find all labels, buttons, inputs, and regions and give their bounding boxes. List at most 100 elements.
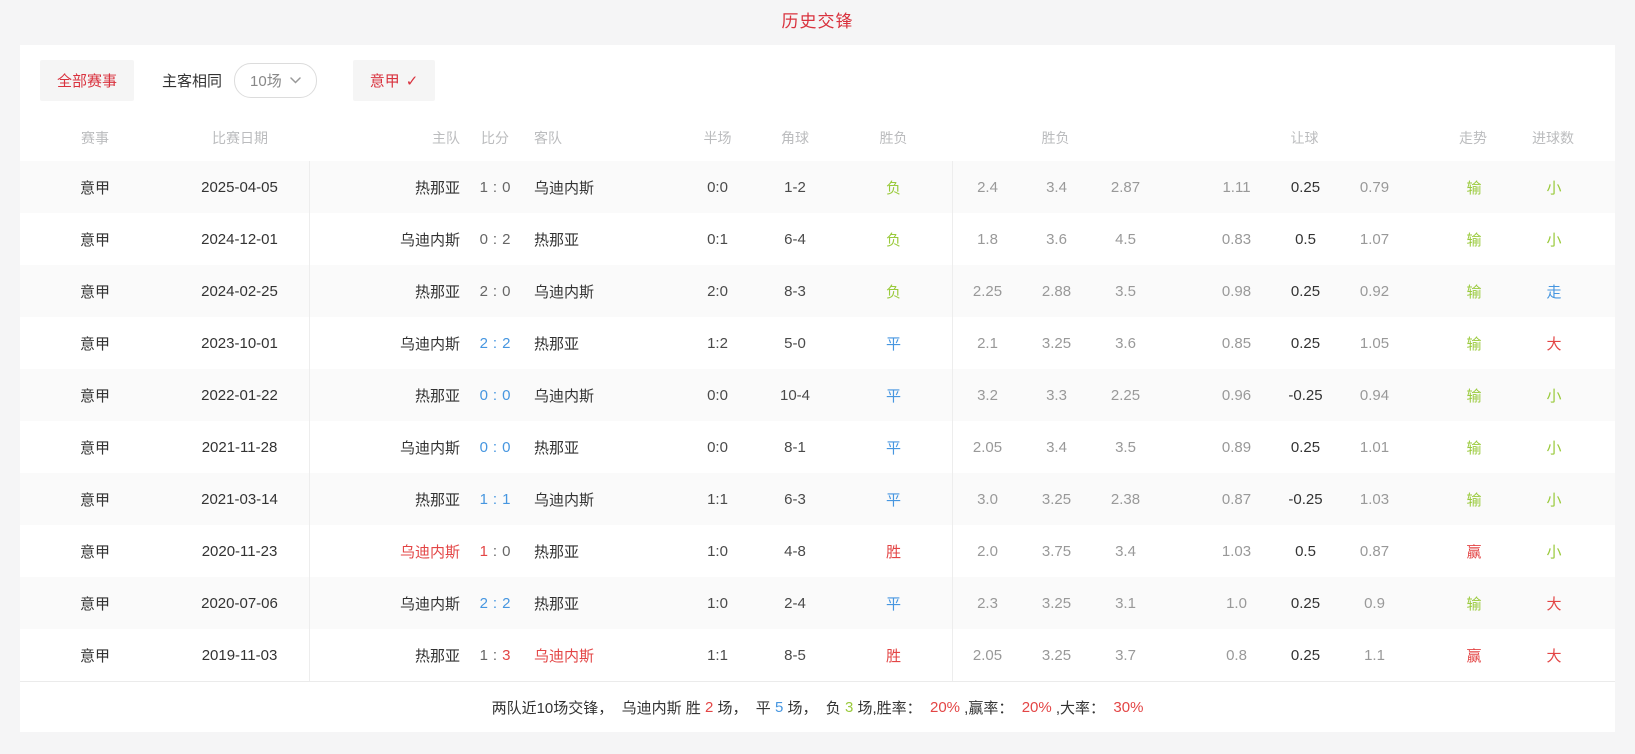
handicap-value-2: 0.25: [1290, 438, 1321, 456]
summary-segment: 20%: [1021, 698, 1052, 716]
table-row: 意甲 2025-04-05 热那亚 1:0 乌迪内斯 0:0 1-2 负 2.4 3.4 2.87 1…: [20, 161, 1615, 213]
league-label: 意甲: [369, 73, 400, 90]
summary-segment: 30%: [1113, 698, 1144, 716]
table-row: 意甲 2020-11-23 乌迪内斯 1:0 热那亚 1:0 4-8 胜 2.0 3.75 3.4 1…: [20, 525, 1615, 577]
filter-all-events-button[interactable]: 全部赛事: [40, 60, 135, 101]
home-team-cell: 乌迪内斯: [399, 543, 460, 561]
away-team-cell: 乌迪内斯: [534, 283, 595, 301]
odds-group: 2.3 3.25 3.1: [952, 577, 1160, 629]
odds-value-1: 3.2: [977, 386, 998, 404]
league-cell: 意甲: [79, 647, 110, 665]
summary-segment: 2: [704, 698, 714, 716]
odds-value-1: 2.3: [977, 594, 998, 612]
odds-value-3: 3.7: [1115, 646, 1136, 664]
summary-segment: 两队近10场交锋， 乌迪内斯 胜: [491, 699, 705, 717]
home-score: 0: [479, 386, 488, 404]
handicap-value-1: 0.98: [1221, 282, 1252, 300]
league-cell: 意甲: [79, 387, 110, 405]
odds-value-3: 3.5: [1115, 282, 1136, 300]
score-colon: :: [492, 386, 498, 404]
score-colon: :: [492, 438, 498, 456]
odds-value-2: 3.4: [1046, 438, 1067, 456]
summary-segment: ,赢率：: [960, 699, 1022, 717]
score-cell: 0:2: [460, 213, 530, 265]
handicap-value-2: 0.25: [1290, 178, 1321, 196]
result-cell: 平: [885, 595, 901, 613]
match-count-value: 10场: [250, 73, 282, 90]
table-row: 意甲 2021-03-14 热那亚 1:1 乌迪内斯 1:1 6-3 平 3.0 3.25 2.38…: [20, 473, 1615, 525]
summary-segment: 20%: [929, 698, 961, 716]
odds-group: 3.2 3.3 2.25: [952, 369, 1160, 421]
result-cell: 平: [885, 439, 901, 457]
halftime-cell: 0:0: [707, 178, 728, 196]
home-team-cell: 热那亚: [414, 179, 460, 197]
odds-value-3: 2.87: [1110, 178, 1141, 196]
handicap-group: 0.83 0.5 1.07: [1202, 213, 1409, 265]
odds-value-2: 3.75: [1041, 542, 1072, 560]
handicap-group: 0.85 0.25 1.05: [1202, 317, 1409, 369]
score-cell: 1:1: [460, 473, 530, 525]
summary-line: 两队近10场交锋， 乌迪内斯 胜 2 场， 平 5 场， 负 3 场,胜率： 2…: [20, 681, 1615, 732]
odds-value-1: 2.05: [972, 438, 1003, 456]
away-team-cell: 热那亚: [534, 543, 580, 561]
goals-cell: 小: [1546, 387, 1562, 405]
result-cell: 平: [885, 387, 901, 405]
odds-value-2: 3.3: [1046, 386, 1067, 404]
col-header-trend: 走势: [1459, 130, 1487, 146]
col-header-date: 比赛日期: [212, 130, 268, 146]
handicap-value-3: 1.05: [1359, 334, 1390, 352]
corner-cell: 8-1: [784, 438, 806, 456]
odds-value-2: 3.25: [1041, 334, 1072, 352]
goals-cell: 大: [1546, 595, 1562, 613]
goals-cell: 小: [1546, 491, 1562, 509]
halftime-cell: 1:0: [707, 594, 728, 612]
col-header-half: 半场: [703, 130, 732, 146]
halftime-cell: 1:2: [707, 334, 728, 352]
handicap-group: 1.0 0.25 0.9: [1202, 577, 1409, 629]
odds-value-1: 2.05: [972, 646, 1003, 664]
result-cell: 负: [885, 179, 901, 197]
handicap-value-3: 0.87: [1359, 542, 1390, 560]
handicap-group: 0.8 0.25 1.1: [1202, 629, 1409, 681]
summary-segment: 场， 平: [713, 699, 775, 717]
home-score: 0: [479, 438, 488, 456]
table-row: 意甲 2020-07-06 乌迪内斯 2:2 热那亚 1:0 2-4 平 2.3 3.25 3.1 1…: [20, 577, 1615, 629]
handicap-value-2: 0.25: [1290, 594, 1321, 612]
result-cell: 负: [885, 231, 901, 249]
odds-group: 1.8 3.6 4.5: [952, 213, 1160, 265]
handicap-value-1: 0.87: [1221, 490, 1252, 508]
away-score: 0: [502, 282, 511, 300]
away-score: 0: [502, 178, 511, 196]
filter-league-button[interactable]: 意甲 ✓: [352, 60, 436, 101]
handicap-group: 0.96 -0.25 0.94: [1202, 369, 1409, 421]
home-team-cell: 热那亚: [414, 491, 460, 509]
score-colon: :: [492, 334, 498, 352]
handicap-group: 0.98 0.25 0.92: [1202, 265, 1409, 317]
col-header-home: 主队: [432, 130, 460, 146]
home-score: 1: [479, 178, 488, 196]
handicap-value-1: 0.85: [1221, 334, 1252, 352]
trend-cell: 输: [1466, 283, 1482, 301]
handicap-value-1: 0.83: [1221, 230, 1252, 248]
odds-value-3: 3.6: [1115, 334, 1136, 352]
col-header-goals: 进球数: [1532, 130, 1574, 146]
odds-value-2: 3.6: [1046, 230, 1067, 248]
halftime-cell: 0:0: [707, 438, 728, 456]
date-cell: 2020-07-06: [170, 577, 310, 629]
away-score: 2: [502, 594, 511, 612]
filter-same-venue-tab[interactable]: 主客相同: [162, 70, 222, 91]
goals-cell: 小: [1546, 543, 1562, 561]
score-cell: 0:0: [460, 369, 530, 421]
corner-cell: 6-4: [784, 230, 806, 248]
goals-cell: 大: [1546, 335, 1562, 353]
table-header: 赛事 比赛日期 主队 比分 客队 半场 角球 胜负 胜负 让球 走势 进球数: [20, 115, 1615, 161]
away-team-cell: 乌迪内斯: [534, 179, 595, 197]
odds-value-2: 3.4: [1046, 178, 1067, 196]
away-team-cell: 乌迪内斯: [534, 491, 595, 509]
date-cell: 2019-11-03: [170, 629, 310, 681]
odds-value-1: 1.8: [977, 230, 998, 248]
goals-cell: 走: [1546, 283, 1562, 301]
odds-value-3: 3.4: [1115, 542, 1136, 560]
match-count-select[interactable]: 10场: [234, 63, 317, 98]
goals-cell: 小: [1546, 231, 1562, 249]
